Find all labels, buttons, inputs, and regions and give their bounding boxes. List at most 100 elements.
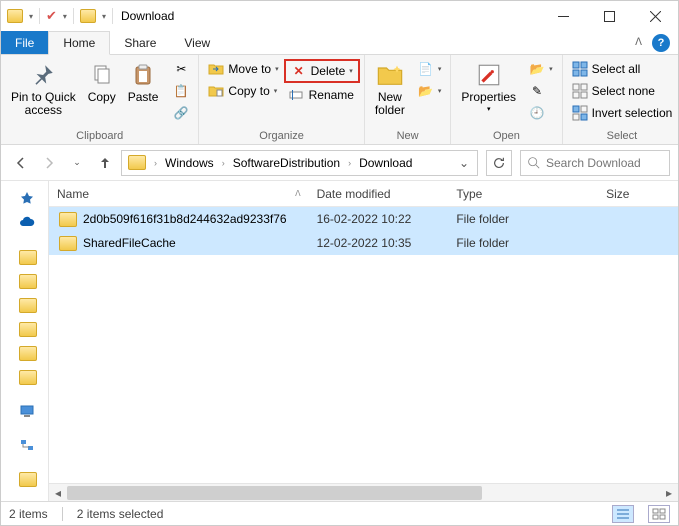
rename-button[interactable]: Rename [284, 85, 360, 105]
sidebar-item[interactable] [1, 399, 48, 423]
titlebar[interactable]: ▾ ✔ ▾ ▾ Download [1, 1, 678, 31]
copy-button[interactable]: Copy [82, 57, 122, 104]
file-explorer-window: ▾ ✔ ▾ ▾ Download File Home Share View ᐱ … [0, 0, 679, 526]
breadcrumb-item[interactable]: SoftwareDistribution [229, 154, 344, 172]
group-clipboard: Pin to Quick access Copy Paste ✂ 📋 🔗 Cli… [1, 55, 199, 144]
pin-to-quick-access-button[interactable]: Pin to Quick access [5, 57, 82, 117]
sidebar-item[interactable] [1, 211, 48, 235]
address-dropdown-icon[interactable]: ⌄ [453, 156, 475, 170]
copy-path-button[interactable]: 📋 [168, 81, 194, 101]
chevron-down-icon[interactable]: ▾ [63, 12, 67, 21]
delete-icon: ✕ [291, 63, 307, 79]
pin-icon [29, 61, 57, 89]
group-select: Select all Select none Invert selection … [563, 55, 679, 144]
breadcrumb-item[interactable]: Windows [161, 154, 218, 172]
scroll-left-icon[interactable]: ◂ [49, 484, 67, 502]
move-to-button[interactable]: Move to▾ [203, 59, 283, 79]
group-open: Properties ▾ 📂▾ ✎ 🕘 Open [451, 55, 562, 144]
table-row[interactable]: SharedFileCache 12-02-2022 10:35 File fo… [49, 231, 678, 255]
help-icon[interactable]: ? [652, 34, 670, 52]
sidebar-item[interactable] [1, 467, 48, 491]
folder-icon [19, 298, 37, 313]
status-selected-count: 2 items selected [77, 507, 164, 521]
sidebar-item[interactable] [1, 365, 48, 389]
checkmark-icon[interactable]: ✔ [46, 8, 57, 24]
properties-icon [475, 61, 503, 89]
chevron-right-icon[interactable]: › [220, 158, 227, 168]
invert-selection-button[interactable]: Invert selection [567, 103, 678, 123]
move-to-icon [208, 61, 224, 77]
back-button[interactable] [9, 151, 33, 175]
refresh-button[interactable] [486, 150, 512, 176]
column-header-size[interactable]: Size [598, 187, 678, 201]
folder-icon [7, 9, 23, 23]
large-icons-view-button[interactable] [648, 505, 670, 523]
scissors-icon: ✂ [173, 61, 189, 77]
minimize-button[interactable] [540, 1, 586, 31]
pc-icon [19, 403, 35, 419]
cut-button[interactable]: ✂ [168, 59, 194, 79]
sidebar-item[interactable] [1, 317, 48, 341]
table-row[interactable]: 2d0b509f616f31b8d244632ad9233f76 16-02-2… [49, 207, 678, 231]
history-button[interactable]: 🕘 [524, 103, 558, 123]
select-all-button[interactable]: Select all [567, 59, 678, 79]
forward-button[interactable] [37, 151, 61, 175]
history-icon: 🕘 [529, 105, 545, 121]
folder-icon [19, 274, 37, 289]
recent-locations-button[interactable]: ⌄ [65, 151, 89, 175]
search-input[interactable]: Search Download [520, 150, 670, 176]
close-button[interactable] [632, 1, 678, 31]
new-item-button[interactable]: 📄▾ [413, 59, 447, 79]
tab-home[interactable]: Home [48, 31, 110, 55]
scroll-thumb[interactable] [67, 486, 482, 500]
chevron-down-icon[interactable]: ▾ [102, 12, 106, 21]
scroll-right-icon[interactable]: ▸ [660, 484, 678, 502]
new-folder-label: New folder [375, 91, 405, 117]
navigation-pane[interactable] [1, 181, 49, 501]
delete-button[interactable]: ✕ Delete▾ [284, 59, 360, 83]
tab-file[interactable]: File [1, 31, 48, 54]
new-folder-button[interactable]: New folder [369, 57, 411, 117]
tab-share[interactable]: Share [110, 31, 170, 54]
open-button[interactable]: 📂▾ [524, 59, 558, 79]
up-button[interactable] [93, 151, 117, 175]
sidebar-item[interactable] [1, 245, 48, 269]
sidebar-item[interactable] [1, 187, 48, 211]
chevron-right-icon[interactable]: › [346, 158, 353, 168]
scroll-track[interactable] [67, 484, 660, 502]
group-label: Clipboard [5, 129, 194, 144]
window-title: Download [121, 9, 174, 23]
group-organize: Move to▾ Copy to▾ ✕ Delete▾ Rename [199, 55, 364, 144]
maximize-button[interactable] [586, 1, 632, 31]
sidebar-item[interactable] [1, 293, 48, 317]
file-rows: 2d0b509f616f31b8d244632ad9233f76 16-02-2… [49, 207, 678, 483]
sidebar-item[interactable] [1, 341, 48, 365]
details-view-button[interactable] [612, 505, 634, 523]
chevron-down-icon[interactable]: ▾ [29, 12, 33, 21]
select-all-label: Select all [592, 62, 641, 76]
folder-icon [19, 346, 37, 361]
column-header-type[interactable]: Type [448, 187, 598, 201]
copy-to-button[interactable]: Copy to▾ [203, 81, 283, 101]
horizontal-scrollbar[interactable]: ◂ ▸ [49, 483, 678, 501]
column-header-name[interactable]: Nameᐱ [49, 187, 309, 201]
address-bar[interactable]: › Windows › SoftwareDistribution › Downl… [121, 150, 478, 176]
column-header-date[interactable]: Date modified [309, 187, 449, 201]
sidebar-item[interactable] [1, 433, 48, 457]
paste-button[interactable]: Paste [122, 57, 165, 104]
breadcrumb-item[interactable]: Download [355, 154, 416, 172]
open-icon: 📂 [529, 61, 545, 77]
copy-to-icon [208, 83, 224, 99]
folder-icon [59, 212, 77, 227]
paste-shortcut-button[interactable]: 🔗 [168, 103, 194, 123]
sidebar-item[interactable] [1, 269, 48, 293]
star-icon [19, 191, 35, 207]
tab-view[interactable]: View [170, 31, 224, 54]
easy-access-button[interactable]: 📂▾ [413, 81, 447, 101]
select-none-button[interactable]: Select none [567, 81, 678, 101]
group-new: New folder 📄▾ 📂▾ New [365, 55, 452, 144]
collapse-ribbon-icon[interactable]: ᐱ [629, 31, 648, 54]
properties-button[interactable]: Properties ▾ [455, 57, 522, 114]
edit-button[interactable]: ✎ [524, 81, 558, 101]
chevron-right-icon[interactable]: › [152, 158, 159, 168]
